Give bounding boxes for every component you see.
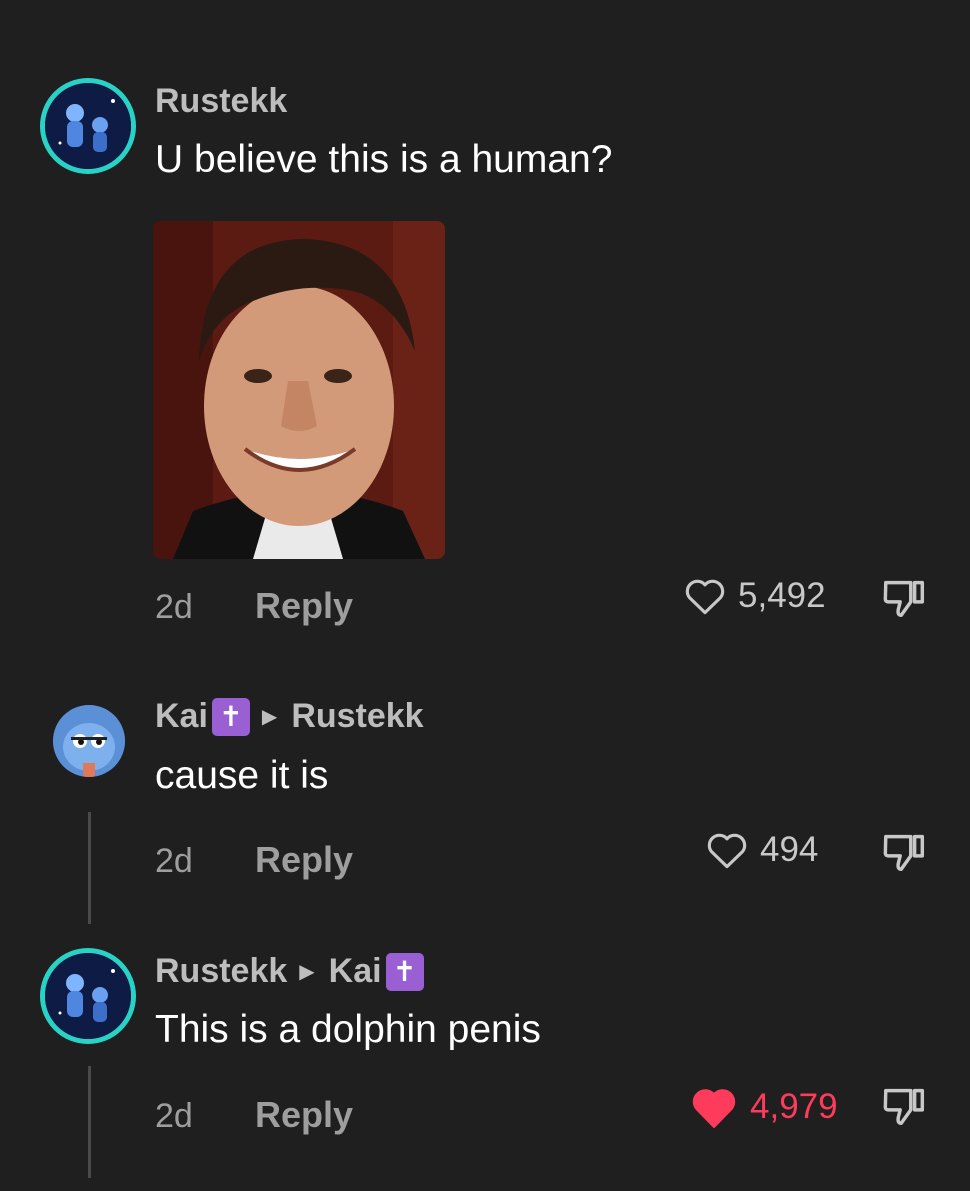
reply-button[interactable]: Reply — [255, 585, 353, 627]
thumbs-down-icon — [883, 580, 925, 618]
like-count: 4,979 — [750, 1087, 838, 1126]
comment-photo[interactable] — [153, 221, 445, 559]
author-name[interactable]: Rustekk — [155, 82, 287, 121]
comment-text: U believe this is a human? — [155, 138, 613, 181]
thread-line — [88, 812, 91, 924]
dislike-button[interactable] — [880, 828, 930, 881]
heart-filled-icon — [692, 1089, 736, 1128]
reply-button[interactable]: Reply — [255, 1094, 353, 1136]
reply-to-name[interactable]: Kai — [329, 952, 382, 991]
comment-text: This is a dolphin penis — [155, 1008, 541, 1051]
comment-text: cause it is — [155, 754, 329, 797]
author-name[interactable]: Rustekk — [155, 952, 287, 991]
like-button[interactable]: 494 — [706, 830, 818, 870]
author-name[interactable]: Kai — [155, 697, 208, 736]
comment-author[interactable]: Kai ✝ ▶ Rustekk — [155, 697, 424, 736]
avatar[interactable] — [53, 705, 125, 777]
avatar-image — [45, 83, 131, 169]
thumbs-down-icon — [883, 1088, 925, 1126]
cross-badge-icon: ✝ — [211, 697, 250, 736]
comment-author[interactable]: Rustekk ▶ Kai ✝ — [155, 952, 424, 991]
like-button[interactable]: 5,492 — [684, 576, 826, 616]
dislike-button[interactable] — [880, 574, 930, 627]
photo-image — [153, 221, 445, 559]
reply-to-name[interactable]: Rustekk — [291, 697, 423, 736]
comment-author[interactable]: Rustekk — [155, 82, 287, 121]
avatar-image — [53, 705, 125, 777]
reply-arrow-icon: ▶ — [261, 706, 278, 728]
heart-outline-icon — [685, 579, 725, 615]
thumbs-down-icon — [883, 834, 925, 872]
reply-arrow-icon: ▶ — [299, 961, 315, 983]
thread-line — [88, 1066, 91, 1178]
avatar[interactable] — [40, 78, 136, 174]
avatar[interactable] — [40, 948, 136, 1044]
dislike-button[interactable] — [880, 1082, 930, 1135]
avatar-image — [45, 953, 131, 1039]
comment-age: 2d — [155, 588, 193, 626]
like-count: 5,492 — [738, 576, 826, 615]
like-count: 494 — [760, 830, 819, 869]
comment-age: 2d — [155, 1097, 193, 1135]
heart-outline-icon — [707, 833, 747, 869]
like-button[interactable]: 4,979 — [690, 1085, 838, 1129]
cross-badge-icon: ✝ — [385, 952, 424, 991]
reply-button[interactable]: Reply — [255, 839, 353, 881]
comment-age: 2d — [155, 842, 193, 880]
